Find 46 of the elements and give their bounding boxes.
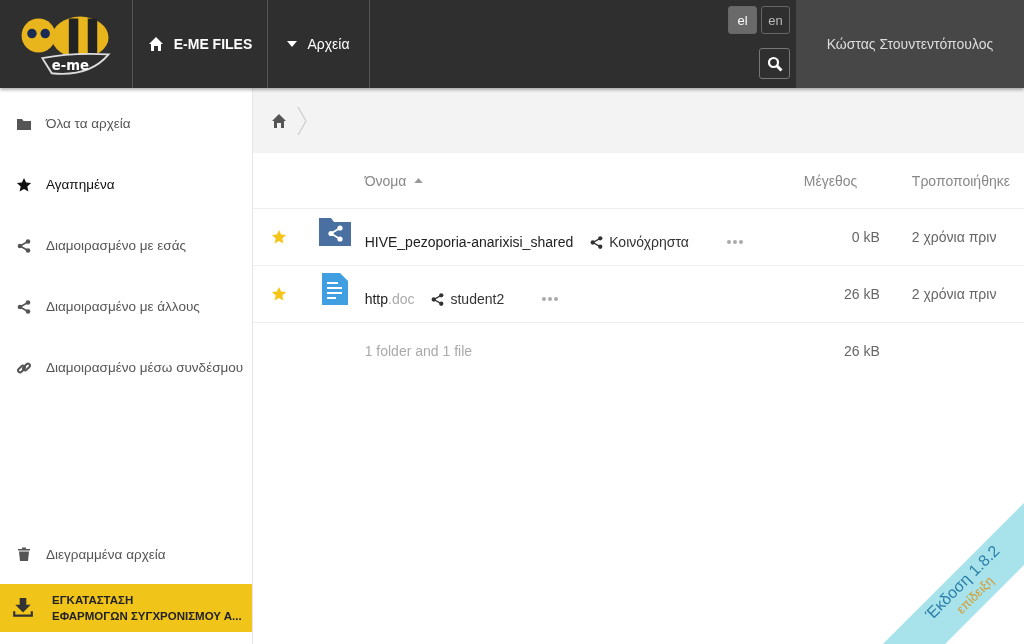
sidebar-item[interactable]: Διαμοιρασμένο μέσω συνδέσμου [0, 337, 252, 398]
home-icon [147, 36, 164, 52]
sidebar-item[interactable]: Αγαπημένα [0, 154, 252, 215]
search-icon [766, 55, 783, 72]
share-link[interactable]: Κοινόχρηστα [589, 234, 689, 250]
star-icon [16, 176, 32, 193]
summary-text: 1 folder and 1 file [364, 343, 473, 359]
modified-time: 2 χρόνια πριν [911, 286, 997, 302]
star-icon[interactable] [270, 229, 287, 245]
file-name[interactable]: http.doc [364, 291, 415, 307]
total-size: 26 kB [844, 343, 880, 359]
file-size: 0 kB [851, 229, 880, 245]
language-button[interactable]: en [761, 6, 790, 34]
modified-time: 2 χρόνια πριν [911, 229, 997, 245]
home-icon [270, 112, 287, 129]
app-title-link[interactable]: E-ME FILES [133, 0, 268, 88]
language-button[interactable]: el [728, 6, 757, 34]
file-size: 26 kB [844, 286, 880, 302]
chevron-icon [296, 105, 307, 136]
download-icon [12, 598, 34, 618]
document-icon [321, 273, 348, 305]
share-icon [16, 237, 32, 254]
sidebar-item[interactable]: Όλα τα αρχεία [0, 93, 252, 154]
home-breadcrumb[interactable] [270, 112, 287, 129]
share-icon [430, 291, 446, 307]
share-icon [16, 298, 32, 315]
share-link[interactable]: student2 [430, 291, 505, 307]
column-header[interactable]: Τροποποιήθηκε [911, 172, 1010, 189]
column-header[interactable]: Μέγεθος [803, 172, 858, 189]
install-sync-apps-button[interactable]: ΕΓΚΑΤΑΣΤΑΣΗ ΕΦΑΡΜΟΓΩΝ ΣΥΓΧΡΟΝΙΣΜΟΥ Α... [0, 584, 252, 632]
file-name[interactable]: HIVE_pezoporia-anarixisi_shared [364, 234, 574, 250]
shared-folder-icon [318, 218, 351, 246]
share-icon [589, 234, 605, 250]
link-icon [16, 359, 32, 376]
file-row[interactable]: http.doc student2 26 kB 2 χρόνια πριν [252, 266, 1024, 323]
sidebar-item[interactable]: Διαμοιρασμένο με άλλους [0, 276, 252, 337]
search-button[interactable] [759, 48, 790, 79]
logo-text: e-me [51, 57, 89, 73]
sidebar-item[interactable]: Διαμοιρασμένο με εσάς [0, 215, 252, 276]
sidebar-item[interactable]: Διεγραμμένα αρχεία [0, 524, 252, 584]
column-header[interactable]: Όνομα [364, 172, 424, 189]
star-icon[interactable] [270, 286, 287, 302]
user-menu[interactable]: Κώστας Στουντεντόπουλος [796, 0, 1024, 88]
file-row[interactable]: HIVE_pezoporia-anarixisi_shared Κοινόχρηστα 0 kB 2 χρόνια πριν [252, 209, 1024, 266]
caret-icon [287, 41, 298, 47]
trash-icon [16, 546, 32, 562]
